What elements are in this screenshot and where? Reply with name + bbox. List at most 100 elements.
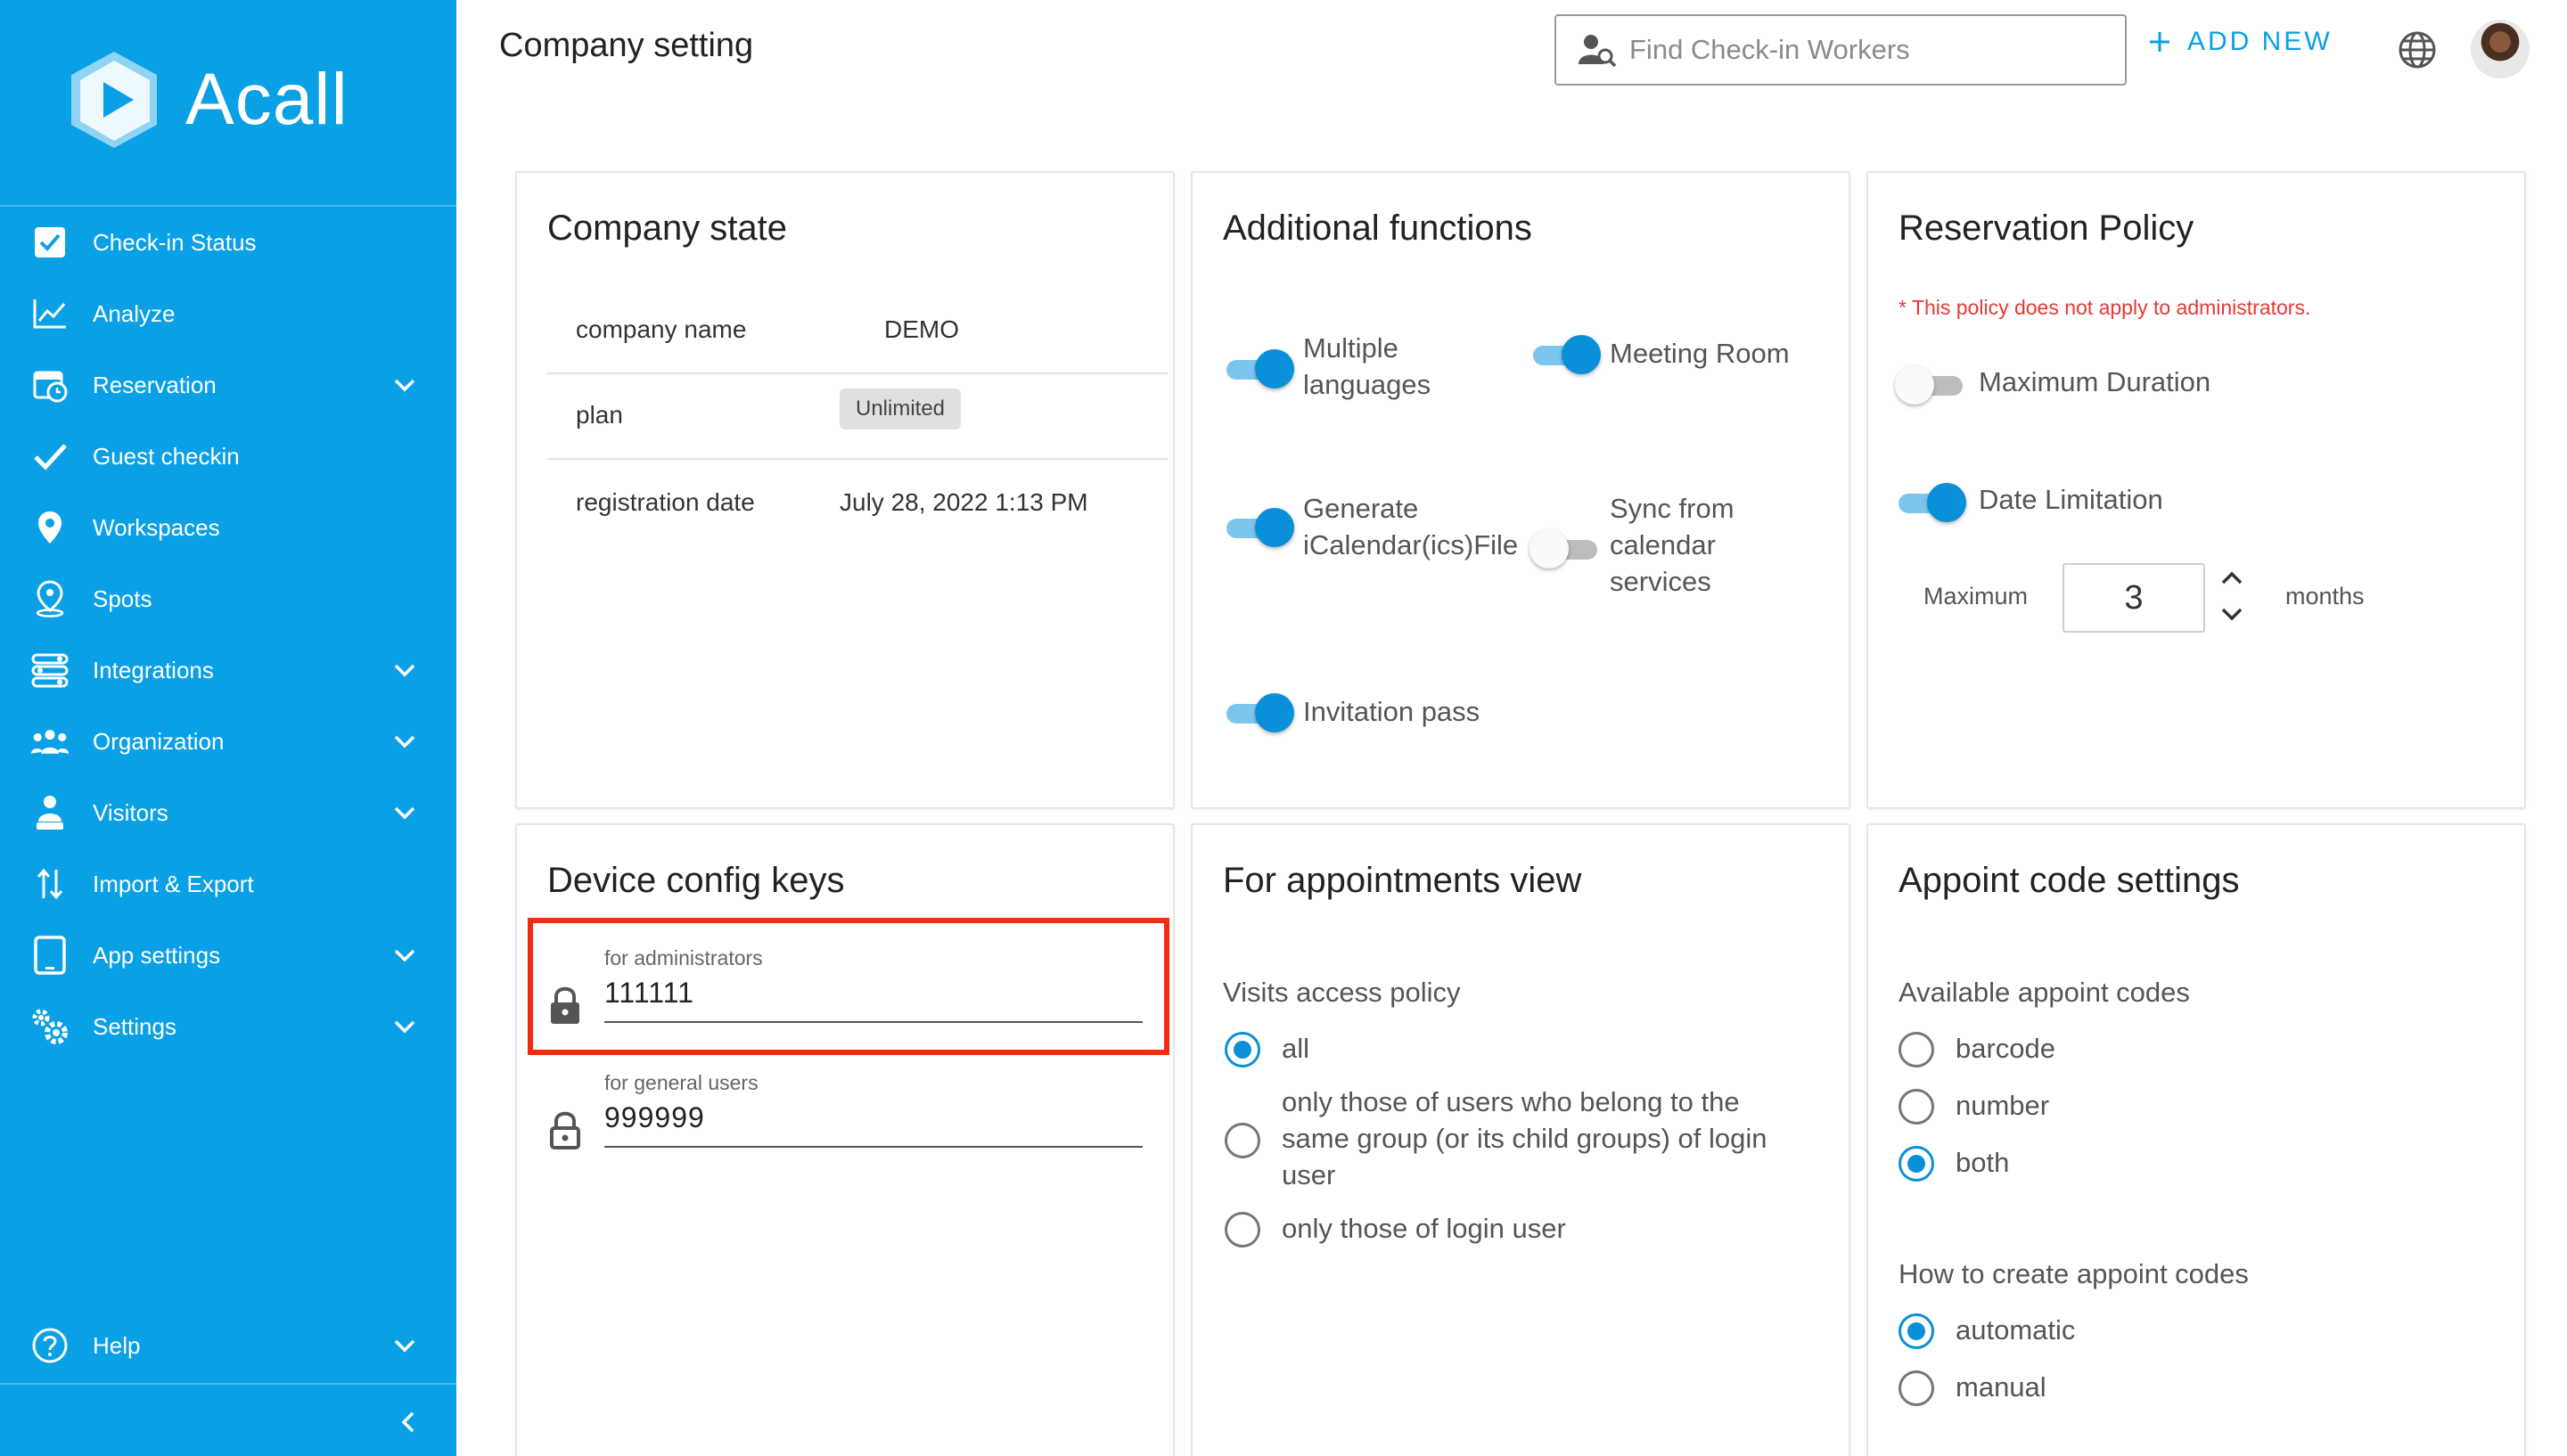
generate-icalendar-label: Generate iCalendar(ics)File [1303,490,1518,563]
registration-date-key: registration date [576,488,755,516]
sidebar-item-label: Reservation [93,371,217,398]
maximum-duration-label: Maximum Duration [1979,366,2211,397]
brand-name: Acall [185,59,349,140]
sidebar-item-label: Help [93,1331,141,1359]
maximum-label: Maximum [1923,583,2029,609]
label-line: calendar [1610,529,1716,560]
maximum-months-input[interactable]: 3 [2063,563,2205,633]
radio-automatic[interactable] [1899,1313,1934,1349]
sidebar-item-visitors[interactable]: Visitors [0,777,456,848]
card-title: Company state [547,209,788,248]
chevron-down-icon[interactable] [389,797,421,829]
radio-automatic-label: automatic [1956,1314,2076,1346]
sidebar-item-organization[interactable]: Organization [0,706,456,777]
person-pin-icon [30,579,70,618]
radio-barcode[interactable] [1899,1032,1934,1067]
meeting-room-toggle[interactable] [1530,333,1601,376]
maximum-duration-toggle[interactable] [1895,364,1966,406]
sidebar-item-workspaces[interactable]: Workspaces [0,492,456,563]
radio-manual-label: manual [1956,1371,2046,1403]
logo[interactable]: Acall [62,48,349,151]
globe-icon[interactable] [2398,30,2437,70]
sidebar-item-reservation[interactable]: Reservation [0,349,456,421]
radio-login-user[interactable] [1225,1212,1260,1247]
lock-outline-icon [550,1111,580,1149]
invitation-pass-toggle[interactable] [1223,691,1294,734]
card-title: Appoint code settings [1899,861,2240,900]
sidebar-item-settings[interactable]: Settings [0,991,456,1062]
avatar[interactable] [2471,20,2530,78]
radio-manual[interactable] [1899,1370,1934,1406]
page-title: Company setting [499,27,754,64]
sync-calendar-toggle[interactable] [1530,528,1601,570]
visits-access-policy-label: Visits access policy [1223,977,1461,1008]
checkbox-icon [30,223,70,262]
label-line: user [1282,1159,1336,1190]
chevron-down-icon[interactable] [389,1010,421,1043]
people-group-icon [30,722,70,761]
chevron-down-icon[interactable] [389,939,421,971]
label-line: all [1282,1033,1310,1064]
radio-both-label: both [1956,1147,2010,1178]
chevron-down-icon[interactable] [389,369,421,401]
sidebar-item-label: Visitors [93,798,168,826]
label-line: Meeting Room [1610,338,1790,369]
card-title: Device config keys [547,861,845,900]
sidebar-item-help[interactable]: Help [0,1310,456,1381]
sidebar-item-checkin-status[interactable]: Check-in Status [0,207,456,278]
sidebar-item-label: App settings [93,941,221,969]
radio-all[interactable] [1225,1032,1260,1067]
general-key-label: for general users [604,1071,759,1094]
label-line: only those of users who belong to the [1282,1086,1740,1117]
label-line: Sync from [1610,493,1735,524]
radio-group-users-label: only those of users who belong to the sa… [1282,1084,1767,1193]
radio-both[interactable] [1899,1146,1934,1182]
search-box[interactable] [1554,14,2127,86]
label-line: iCalendar(ics)File [1303,529,1519,560]
map-pin-icon [30,508,70,547]
search-input[interactable] [1629,34,2111,66]
company-name-key: company name [576,315,747,343]
sidebar-item-app-settings[interactable]: App settings [0,920,456,991]
gears-icon [30,1007,70,1046]
add-new-button[interactable]: ADD NEW [2148,27,2333,57]
sidebar-nav: Check-in Status Analyze Reservation Gues… [0,207,456,1062]
card-title: Reservation Policy [1899,209,2194,248]
sidebar-item-integrations[interactable]: Integrations [0,634,456,706]
radio-group-users[interactable] [1225,1123,1260,1158]
plan-key: plan [576,401,623,429]
sync-calendar-label: Sync from calendar services [1610,490,1735,600]
company-name-value: DEMO [884,315,959,343]
multiple-languages-toggle[interactable] [1223,348,1294,390]
integrations-icon [30,650,70,690]
sidebar-item-label: Workspaces [93,513,220,541]
add-new-label: ADD NEW [2187,27,2333,56]
sidebar-item-import-export[interactable]: Import & Export [0,848,456,920]
date-limitation-toggle[interactable] [1895,481,1966,524]
row-divider [547,372,1168,374]
registration-date-value: July 28, 2022 1:13 PM [840,488,1088,516]
decrement-icon[interactable] [2214,599,2250,629]
sidebar-item-analyze[interactable]: Analyze [0,278,456,349]
increment-icon[interactable] [2214,563,2250,593]
card-title: Additional functions [1223,209,1532,248]
collapse-sidebar-icon[interactable] [390,1404,426,1440]
appoint-code-card: Appoint code settings Available appoint … [1866,823,2526,1456]
sidebar-item-label: Guest checkin [93,442,240,470]
sidebar-item-label: Analyze [93,299,176,327]
sidebar-item-guest-checkin[interactable]: Guest checkin [0,421,456,492]
generate-icalendar-toggle[interactable] [1223,506,1294,549]
label-line: Multiple [1303,332,1398,364]
sidebar-item-spots[interactable]: Spots [0,563,456,634]
label-line: Invitation pass [1303,696,1480,727]
import-export-icon [30,864,70,904]
sidebar-item-label: Spots [93,585,152,612]
chevron-down-icon[interactable] [389,654,421,686]
invitation-pass-label: Invitation pass [1303,693,1480,730]
radio-number[interactable] [1899,1089,1934,1125]
label-line: services [1610,566,1711,597]
chevron-down-icon[interactable] [389,725,421,757]
company-state-card: Company state company name DEMO plan Unl… [515,171,1175,809]
general-key-value[interactable]: 999999 [604,1101,705,1134]
chevron-down-icon[interactable] [389,1329,421,1362]
